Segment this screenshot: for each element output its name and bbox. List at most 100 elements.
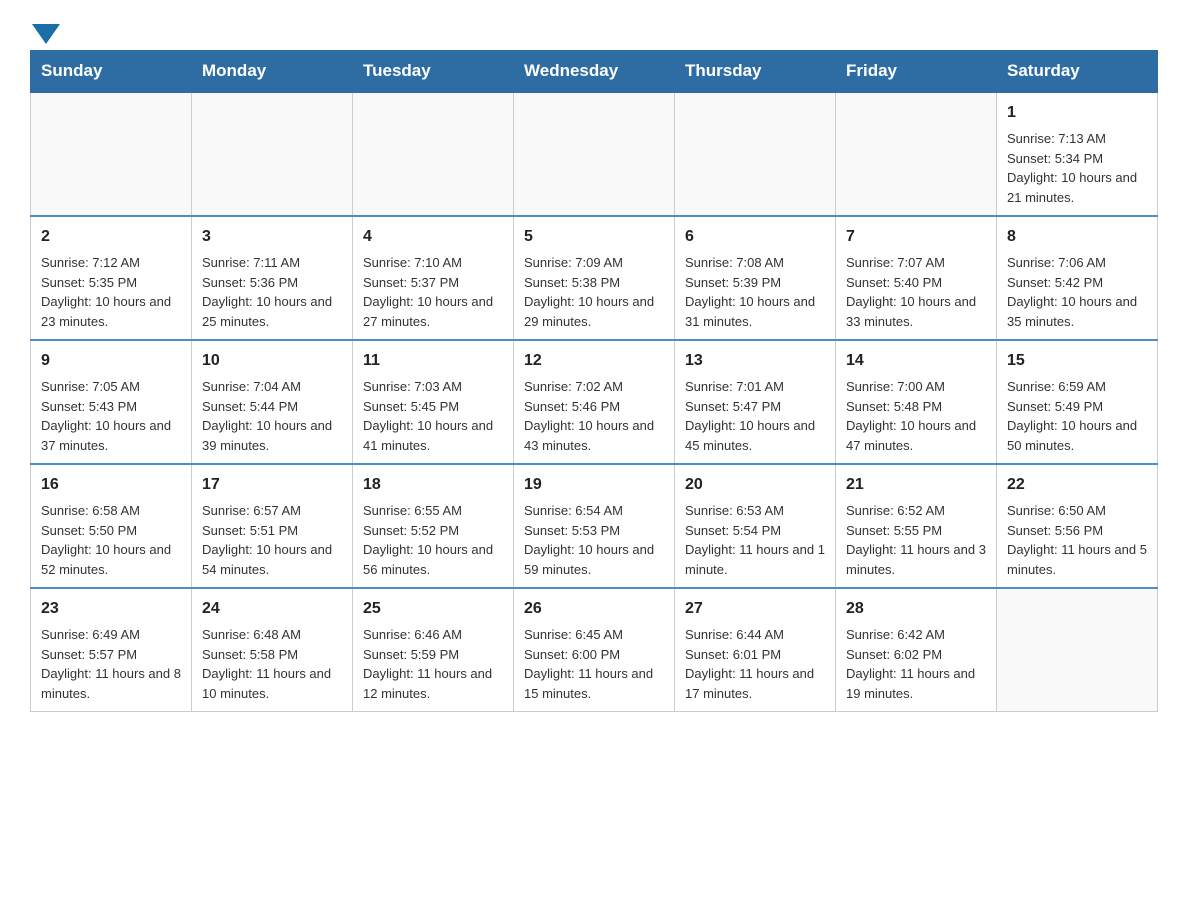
day-info-line: Daylight: 10 hours and 43 minutes. <box>524 416 664 455</box>
calendar-cell: 9Sunrise: 7:05 AMSunset: 5:43 PMDaylight… <box>31 340 192 464</box>
day-number: 26 <box>524 597 664 621</box>
calendar-cell: 12Sunrise: 7:02 AMSunset: 5:46 PMDayligh… <box>514 340 675 464</box>
day-info-line: Sunset: 5:54 PM <box>685 521 825 541</box>
day-info-line: Daylight: 11 hours and 17 minutes. <box>685 664 825 703</box>
day-number: 6 <box>685 225 825 249</box>
day-info-line: Sunrise: 6:45 AM <box>524 625 664 645</box>
day-info-line: Sunset: 5:43 PM <box>41 397 181 417</box>
calendar-cell: 5Sunrise: 7:09 AMSunset: 5:38 PMDaylight… <box>514 216 675 340</box>
day-info-line: Daylight: 10 hours and 21 minutes. <box>1007 168 1147 207</box>
day-info-line: Sunset: 5:51 PM <box>202 521 342 541</box>
day-info-line: Sunset: 5:40 PM <box>846 273 986 293</box>
day-number: 1 <box>1007 101 1147 125</box>
day-info-line: Sunrise: 7:03 AM <box>363 377 503 397</box>
day-info-line: Sunrise: 7:01 AM <box>685 377 825 397</box>
day-info-line: Daylight: 10 hours and 29 minutes. <box>524 292 664 331</box>
day-number: 9 <box>41 349 181 373</box>
day-number: 24 <box>202 597 342 621</box>
calendar-cell: 8Sunrise: 7:06 AMSunset: 5:42 PMDaylight… <box>997 216 1158 340</box>
day-info-line: Sunrise: 7:00 AM <box>846 377 986 397</box>
calendar-cell: 26Sunrise: 6:45 AMSunset: 6:00 PMDayligh… <box>514 588 675 712</box>
day-info-line: Sunset: 6:02 PM <box>846 645 986 665</box>
day-info-line: Daylight: 10 hours and 33 minutes. <box>846 292 986 331</box>
day-info-line: Daylight: 10 hours and 56 minutes. <box>363 540 503 579</box>
day-info-line: Sunrise: 7:05 AM <box>41 377 181 397</box>
day-info-line: Sunrise: 7:04 AM <box>202 377 342 397</box>
calendar-cell <box>31 92 192 216</box>
day-info-line: Daylight: 10 hours and 47 minutes. <box>846 416 986 455</box>
calendar-week-row: 9 Sunrise: 7:05 AMSunset: 5:43 PM Daylight… <box>31 340 1158 464</box>
calendar-cell: 2Sunrise: 7:12 AMSunset: 5:35 PMDaylight… <box>31 216 192 340</box>
logo <box>30 20 60 40</box>
day-info-line: Sunset: 5:56 PM <box>1007 521 1147 541</box>
calendar-cell: 16Sunrise: 6:58 AMSunset: 5:50 PMDayligh… <box>31 464 192 588</box>
day-number: 5 <box>524 225 664 249</box>
calendar-cell: 24Sunrise: 6:48 AMSunset: 5:58 PMDayligh… <box>192 588 353 712</box>
day-number: 13 <box>685 349 825 373</box>
day-info-line: Daylight: 10 hours and 35 minutes. <box>1007 292 1147 331</box>
day-info-line: Daylight: 10 hours and 31 minutes. <box>685 292 825 331</box>
day-info-line: Daylight: 11 hours and 19 minutes. <box>846 664 986 703</box>
calendar-cell: 21Sunrise: 6:52 AMSunset: 5:55 PMDayligh… <box>836 464 997 588</box>
calendar-cell: 7Sunrise: 7:07 AMSunset: 5:40 PMDaylight… <box>836 216 997 340</box>
day-info-line: Sunrise: 6:48 AM <box>202 625 342 645</box>
calendar-week-row: 23Sunrise: 6:49 AMSunset: 5:57 PMDayligh… <box>31 588 1158 712</box>
day-info-line: Sunset: 5:37 PM <box>363 273 503 293</box>
calendar-cell: 23Sunrise: 6:49 AMSunset: 5:57 PMDayligh… <box>31 588 192 712</box>
day-info-line: Sunset: 5:52 PM <box>363 521 503 541</box>
day-info-line: Sunrise: 6:55 AM <box>363 501 503 521</box>
day-number: 14 <box>846 349 986 373</box>
day-info-line: Sunrise: 6:54 AM <box>524 501 664 521</box>
day-number: 19 <box>524 473 664 497</box>
day-info-line: Sunrise: 6:44 AM <box>685 625 825 645</box>
day-info-line: Sunset: 5:44 PM <box>202 397 342 417</box>
weekday-monday: Monday <box>192 51 353 93</box>
day-info-line: Sunset: 5:38 PM <box>524 273 664 293</box>
calendar-cell: 11Sunrise: 7:03 AMSunset: 5:45 PMDayligh… <box>353 340 514 464</box>
day-info-line: Sunset: 5:46 PM <box>524 397 664 417</box>
day-number: 20 <box>685 473 825 497</box>
day-info-line: Daylight: 10 hours and 23 minutes. <box>41 292 181 331</box>
day-number: 4 <box>363 225 503 249</box>
calendar-cell: 19Sunrise: 6:54 AMSunset: 5:53 PMDayligh… <box>514 464 675 588</box>
day-number: 18 <box>363 473 503 497</box>
day-info-line: Sunset: 5:35 PM <box>41 273 181 293</box>
calendar-cell: 27Sunrise: 6:44 AMSunset: 6:01 PMDayligh… <box>675 588 836 712</box>
calendar-cell: 4Sunrise: 7:10 AMSunset: 5:37 PMDaylight… <box>353 216 514 340</box>
calendar-cell <box>997 588 1158 712</box>
calendar-week-row: 2Sunrise: 7:12 AMSunset: 5:35 PMDaylight… <box>31 216 1158 340</box>
day-info-line: Sunset: 5:49 PM <box>1007 397 1147 417</box>
day-info-line: Sunrise: 7:07 AM <box>846 253 986 273</box>
day-number: 8 <box>1007 225 1147 249</box>
weekday-header-row: SundayMondayTuesdayWednesdayThursdayFrid… <box>31 51 1158 93</box>
day-info-line: Sunset: 5:45 PM <box>363 397 503 417</box>
day-number: 23 <box>41 597 181 621</box>
day-info-line: Sunset: 5:39 PM <box>685 273 825 293</box>
day-info-line: Sunrise: 7:12 AM <box>41 253 181 273</box>
calendar-cell: 17Sunrise: 6:57 AMSunset: 5:51 PMDayligh… <box>192 464 353 588</box>
day-info-line: Daylight: 10 hours and 45 minutes. <box>685 416 825 455</box>
calendar-table: SundayMondayTuesdayWednesdayThursdayFrid… <box>30 50 1158 712</box>
day-info-line: Daylight: 10 hours and 50 minutes. <box>1007 416 1147 455</box>
day-info-line: Sunset: 5:36 PM <box>202 273 342 293</box>
day-number: 16 <box>41 473 181 497</box>
day-info-line: Sunset: 6:01 PM <box>685 645 825 665</box>
day-info-line: Sunset: 5:42 PM <box>1007 273 1147 293</box>
day-info-line: Sunrise: 6:59 AM <box>1007 377 1147 397</box>
day-info-line: Sunset: 5:47 PM <box>685 397 825 417</box>
calendar-cell: 15Sunrise: 6:59 AMSunset: 5:49 PMDayligh… <box>997 340 1158 464</box>
calendar-cell: 22Sunrise: 6:50 AMSunset: 5:56 PMDayligh… <box>997 464 1158 588</box>
calendar-body: 1Sunrise: 7:13 AMSunset: 5:34 PMDaylight… <box>31 92 1158 712</box>
day-number: 11 <box>363 349 503 373</box>
day-info-line: Daylight: 11 hours and 3 minutes. <box>846 540 986 579</box>
day-number: 3 <box>202 225 342 249</box>
calendar-cell: 20Sunrise: 6:53 AMSunset: 5:54 PMDayligh… <box>675 464 836 588</box>
calendar-cell <box>836 92 997 216</box>
day-number: 21 <box>846 473 986 497</box>
day-info-line: Sunrise: 7:11 AM <box>202 253 342 273</box>
day-info-line: Sunset: 5:55 PM <box>846 521 986 541</box>
page-header <box>30 20 1158 40</box>
logo-arrow-icon <box>32 24 60 44</box>
day-info-line: Sunrise: 6:50 AM <box>1007 501 1147 521</box>
day-info-line: Daylight: 10 hours and 25 minutes. <box>202 292 342 331</box>
